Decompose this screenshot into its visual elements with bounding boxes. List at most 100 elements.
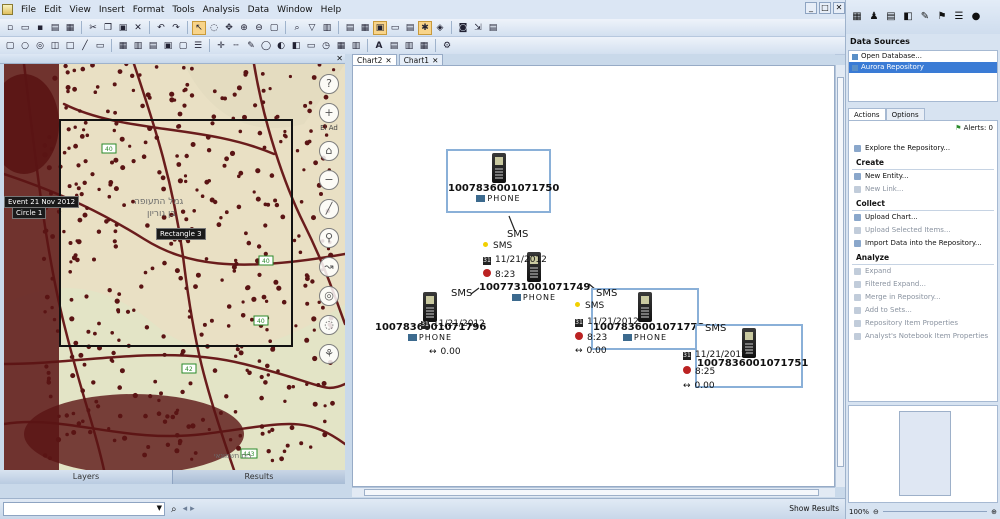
back-icon[interactable]: ◂ bbox=[183, 504, 188, 514]
scroll-thumb[interactable] bbox=[837, 77, 844, 467]
delete-icon[interactable]: ✕ bbox=[131, 21, 145, 35]
menu-view[interactable]: View bbox=[66, 5, 95, 15]
home-icon[interactable]: ⌂ bbox=[319, 141, 339, 161]
show-results-link[interactable]: Show Results bbox=[789, 504, 839, 513]
layout-icon[interactable]: ▤ bbox=[343, 21, 357, 35]
arrange-icon[interactable]: ▦ bbox=[116, 39, 130, 53]
search-icon[interactable]: ⌕ bbox=[171, 504, 177, 515]
chart-icon[interactable]: ▥ bbox=[349, 39, 363, 53]
save-icon[interactable]: ▪ bbox=[33, 21, 47, 35]
circle-icon[interactable]: ○ bbox=[18, 39, 32, 53]
filter-icon[interactable]: ▽ bbox=[305, 21, 319, 35]
alerts-indicator[interactable]: ⚑ Alerts: 0 bbox=[849, 121, 997, 132]
table-icon[interactable]: ▦ bbox=[334, 39, 348, 53]
grid-icon[interactable]: ▦ bbox=[358, 21, 372, 35]
action-notebook-properties[interactable]: Analyst's Notebook Item Properties bbox=[849, 330, 997, 343]
histogram-icon[interactable]: ▥ bbox=[320, 21, 334, 35]
fit-icon[interactable]: ▢ bbox=[267, 21, 281, 35]
stack-icon[interactable]: ☰ bbox=[191, 39, 205, 53]
redo-icon[interactable]: ↷ bbox=[169, 21, 183, 35]
cut-icon[interactable]: ✂ bbox=[86, 21, 100, 35]
action-upload-selected[interactable]: Upload Selected Items... bbox=[849, 224, 997, 237]
chart-vertical-scrollbar[interactable] bbox=[835, 65, 845, 487]
menu-data[interactable]: Data bbox=[244, 5, 274, 15]
group-icon[interactable]: ▣ bbox=[161, 39, 175, 53]
circle-tag[interactable]: Circle 1 bbox=[12, 207, 47, 219]
print-preview-icon[interactable]: ▦ bbox=[63, 21, 77, 35]
scroll-thumb[interactable] bbox=[364, 489, 819, 496]
link-label[interactable]: SMS bbox=[507, 229, 528, 240]
snapshot-icon[interactable]: ◷ bbox=[319, 39, 333, 53]
grid-icon[interactable]: ▦ bbox=[850, 10, 864, 24]
explore-repository-link[interactable]: Explore the Repository... bbox=[849, 142, 997, 155]
pan-icon[interactable]: ✥ bbox=[222, 21, 236, 35]
network-icon[interactable]: ⚙ bbox=[440, 39, 454, 53]
map-icon[interactable]: ◈ bbox=[433, 21, 447, 35]
action-merge[interactable]: Merge in Repository... bbox=[849, 291, 997, 304]
search-input[interactable]: ▼ bbox=[3, 502, 165, 516]
person-icon[interactable]: ♟ bbox=[867, 10, 881, 24]
overview-preview[interactable] bbox=[848, 405, 998, 503]
menu-insert[interactable]: Insert bbox=[95, 5, 129, 15]
zoom-in-button[interactable]: + bbox=[319, 103, 339, 123]
undo-icon[interactable]: ↶ bbox=[154, 21, 168, 35]
tab-layers[interactable]: Layers bbox=[0, 470, 173, 484]
menu-analysis[interactable]: Analysis bbox=[199, 5, 244, 15]
chart-horizontal-scrollbar[interactable] bbox=[352, 487, 835, 497]
repository-icon[interactable]: ◧ bbox=[901, 10, 915, 24]
analysis-icon[interactable]: ✱ bbox=[418, 20, 432, 35]
close-button[interactable]: ✕ bbox=[833, 2, 845, 14]
link-label[interactable]: SMS bbox=[451, 288, 472, 299]
menu-file[interactable]: File bbox=[17, 5, 40, 15]
underline-icon[interactable]: ▦ bbox=[417, 39, 431, 53]
map-view[interactable]: 40 40 40 42 443 גמל התעופה בן גוריון בית… bbox=[4, 64, 345, 470]
report-icon[interactable]: ▤ bbox=[486, 21, 500, 35]
link-label[interactable]: SMS bbox=[596, 288, 617, 299]
color-icon[interactable]: ◧ bbox=[289, 39, 303, 53]
open-icon[interactable]: ▭ bbox=[18, 21, 32, 35]
bold-icon[interactable]: ▤ bbox=[387, 39, 401, 53]
camera-icon[interactable]: ◙ bbox=[456, 21, 470, 35]
measure-icon[interactable]: ╱ bbox=[319, 199, 339, 219]
menu-window[interactable]: Window bbox=[273, 5, 317, 15]
shape-icon[interactable]: ◯ bbox=[259, 39, 273, 53]
map-canvas[interactable]: 40 40 40 42 443 גמל התעופה בן גוריון בית… bbox=[4, 64, 345, 470]
flag-icon[interactable]: ⚑ bbox=[935, 10, 949, 24]
zoom-out-icon[interactable]: ⊖ bbox=[873, 505, 879, 519]
menu-tools[interactable]: Tools bbox=[168, 5, 198, 15]
pane-splitter[interactable] bbox=[345, 54, 352, 498]
action-repository-properties[interactable]: Repository Item Properties bbox=[849, 317, 997, 330]
find-icon[interactable]: ⌕ bbox=[290, 21, 304, 35]
action-add-to-sets[interactable]: Add to Sets... bbox=[849, 304, 997, 317]
action-filtered-expand[interactable]: Filtered Expand... bbox=[849, 278, 997, 291]
distribute-icon[interactable]: ▤ bbox=[146, 39, 160, 53]
list-icon[interactable]: ☰ bbox=[952, 10, 966, 24]
ungroup-icon[interactable]: ▢ bbox=[176, 39, 190, 53]
menu-format[interactable]: Format bbox=[129, 5, 169, 15]
action-import-data[interactable]: Import Data into the Repository... bbox=[849, 237, 997, 250]
dropdown-icon[interactable]: ▼ bbox=[157, 504, 162, 512]
zoom-slider[interactable] bbox=[882, 505, 988, 512]
label-icon[interactable]: ▭ bbox=[93, 39, 107, 53]
tab-results[interactable]: Results bbox=[173, 470, 345, 484]
entity-phone[interactable]: 1007836001071750 PHONE bbox=[446, 149, 559, 213]
sets-icon[interactable]: ▤ bbox=[884, 10, 898, 24]
theme-line-icon[interactable]: ◎ bbox=[33, 39, 47, 53]
route-icon[interactable]: ↝ bbox=[319, 257, 339, 277]
link-icon[interactable]: ╱ bbox=[78, 39, 92, 53]
tab-options[interactable]: Options bbox=[885, 108, 925, 120]
zoom-in-icon[interactable]: ⊕ bbox=[991, 505, 997, 519]
share-icon[interactable]: ⚘ bbox=[319, 344, 339, 364]
zoom-in-icon[interactable]: ⊕ bbox=[237, 21, 251, 35]
menu-edit[interactable]: Edit bbox=[40, 5, 65, 15]
zoom-out-icon[interactable]: ⊖ bbox=[252, 21, 266, 35]
data-source-item[interactable]: Aurora Repository bbox=[849, 62, 997, 73]
action-upload-chart[interactable]: Upload Chart... bbox=[849, 211, 997, 224]
tab-chart1[interactable]: Chart1 ✕ bbox=[398, 54, 444, 65]
move-icon[interactable]: ✛ bbox=[214, 39, 228, 53]
zoom-out-button[interactable]: − bbox=[319, 170, 339, 190]
italic-icon[interactable]: ▥ bbox=[402, 39, 416, 53]
event-frame-icon[interactable]: ◫ bbox=[48, 39, 62, 53]
properties-icon[interactable]: ▤ bbox=[403, 21, 417, 35]
rect-icon[interactable]: ▭ bbox=[304, 39, 318, 53]
